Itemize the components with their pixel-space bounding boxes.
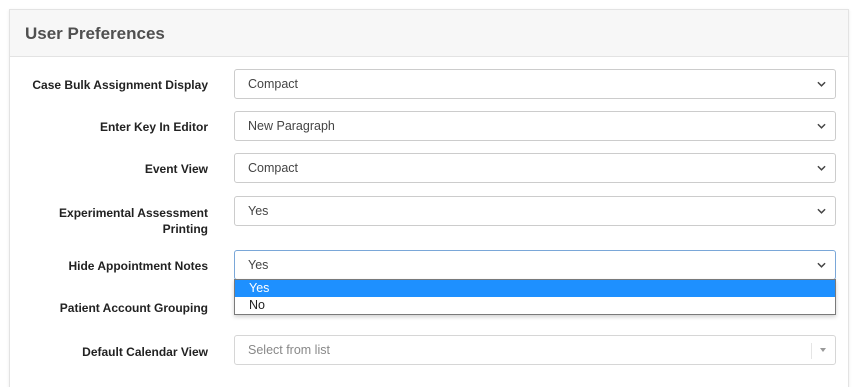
select-value: Yes xyxy=(248,204,269,218)
chevron-down-icon xyxy=(817,262,826,268)
select-separator xyxy=(811,343,812,359)
label-experimental-assessment-printing: Experimental Assessment Printing xyxy=(59,206,208,236)
dropdown-option-no[interactable]: No xyxy=(235,297,835,314)
dropdown-list-hide-appointment-notes: Yes No xyxy=(234,279,836,315)
select-experimental-assessment-printing[interactable]: Yes xyxy=(234,196,836,226)
select-default-calendar-view[interactable]: Select from list xyxy=(234,335,836,365)
caret-down-icon xyxy=(820,348,826,352)
label-hide-appointment-notes: Hide Appointment Notes xyxy=(68,259,208,273)
label-default-calendar-view: Default Calendar View xyxy=(82,345,208,359)
select-value: Compact xyxy=(248,161,299,175)
select-value: Yes xyxy=(248,258,269,272)
chevron-down-icon xyxy=(817,123,826,129)
label-patient-account-grouping: Patient Account Grouping xyxy=(59,301,208,315)
select-event-view[interactable]: Compact xyxy=(234,153,836,183)
label-enter-key-in-editor: Enter Key In Editor xyxy=(99,120,208,134)
select-case-bulk-assignment-display[interactable]: Compact xyxy=(234,69,836,99)
panel-header: User Preferences xyxy=(10,10,848,57)
chevron-down-icon xyxy=(817,81,826,87)
select-value: New Paragraph xyxy=(248,119,335,133)
label-event-view: Event View xyxy=(144,162,208,176)
panel-title: User Preferences xyxy=(25,24,165,43)
dropdown-option-yes[interactable]: Yes xyxy=(235,280,835,297)
select-value: Compact xyxy=(248,77,299,91)
select-placeholder: Select from list xyxy=(248,343,330,357)
chevron-down-icon xyxy=(817,208,826,214)
chevron-down-icon xyxy=(817,165,826,171)
select-hide-appointment-notes[interactable]: Yes xyxy=(234,250,836,280)
label-case-bulk-assignment-display: Case Bulk Assignment Display xyxy=(32,78,208,92)
select-enter-key-in-editor[interactable]: New Paragraph xyxy=(234,111,836,141)
